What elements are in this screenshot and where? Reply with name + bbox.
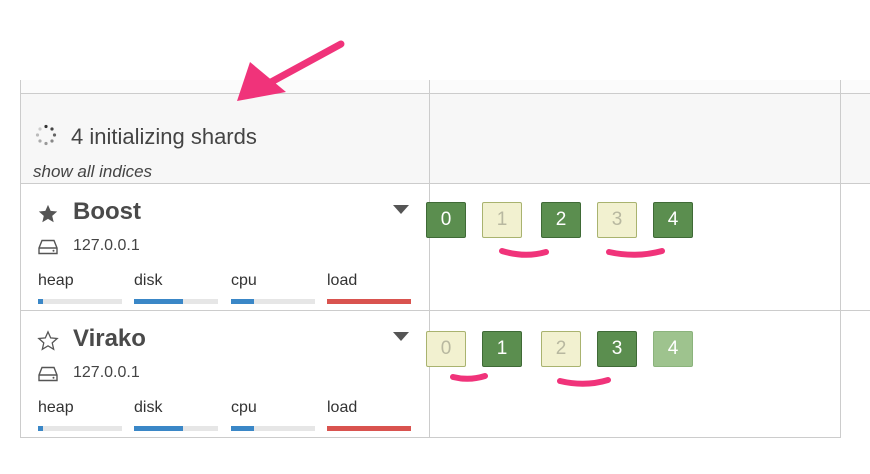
metric-label: load xyxy=(327,399,358,416)
header-cell-left: 4 initializing shards show all indices xyxy=(21,94,429,183)
cpu-bar xyxy=(231,299,315,304)
shard-1-started[interactable]: 1 xyxy=(482,331,522,367)
header-cell-far xyxy=(841,94,870,183)
node-ip: 127.0.0.1 xyxy=(73,237,140,254)
metric-label: disk xyxy=(134,272,163,289)
load-bar xyxy=(327,426,411,431)
caret-down-icon[interactable] xyxy=(393,205,409,215)
metric-label: cpu xyxy=(231,272,257,289)
disk-bar xyxy=(134,426,218,431)
node-row-virako: Virako 127.0.0.1 heap disk cpu load xyxy=(21,311,429,437)
disk-bar-fill xyxy=(134,299,183,304)
shard-0-initializing[interactable]: 0 xyxy=(426,331,466,367)
load-metric: load xyxy=(327,399,411,431)
heap-bar xyxy=(38,299,122,304)
cpu-metric: cpu xyxy=(231,272,315,304)
disk-bar-fill xyxy=(134,426,183,431)
grid-line xyxy=(429,80,430,438)
caret-down-icon[interactable] xyxy=(393,332,409,342)
cluster-overview-grid: 4 initializing shards show all indices B… xyxy=(20,80,870,438)
shard-4-started[interactable]: 4 xyxy=(653,202,693,238)
heap-metric: heap xyxy=(38,272,122,304)
grid-line xyxy=(20,437,841,438)
grid-line xyxy=(20,93,870,94)
star-outline-icon xyxy=(37,330,59,351)
cpu-metric: cpu xyxy=(231,399,315,431)
metric-label: load xyxy=(327,272,358,289)
heap-bar-fill xyxy=(38,299,44,304)
grid-line xyxy=(840,80,841,438)
shard-3-started[interactable]: 3 xyxy=(597,331,637,367)
load-metric: load xyxy=(327,272,411,304)
shard-3-initializing[interactable]: 3 xyxy=(597,202,637,238)
node-name[interactable]: Virako xyxy=(73,325,146,353)
initializing-shards-text: 4 initializing shards xyxy=(71,124,257,149)
shard-0-started[interactable]: 0 xyxy=(426,202,466,238)
top-strip xyxy=(21,80,870,94)
star-filled-icon xyxy=(38,204,58,223)
hard-drive-icon xyxy=(38,366,58,382)
shard-2-started[interactable]: 2 xyxy=(541,202,581,238)
node-name[interactable]: Boost xyxy=(73,198,141,226)
metric-label: heap xyxy=(38,399,74,416)
show-all-indices-link[interactable]: show all indices xyxy=(33,162,152,182)
shard-4-relocating[interactable]: 4 xyxy=(653,331,693,367)
load-bar-fill xyxy=(327,426,411,431)
metric-label: heap xyxy=(38,272,74,289)
metric-label: disk xyxy=(134,399,163,416)
node-ip: 127.0.0.1 xyxy=(73,364,140,381)
cpu-bar xyxy=(231,426,315,431)
heap-bar xyxy=(38,426,122,431)
shard-2-initializing[interactable]: 2 xyxy=(541,331,581,367)
header-cell-right xyxy=(430,94,840,183)
heap-metric: heap xyxy=(38,399,122,431)
metric-label: cpu xyxy=(231,399,257,416)
heap-bar-fill xyxy=(38,426,44,431)
load-bar-fill xyxy=(327,299,411,304)
cpu-bar-fill xyxy=(231,426,254,431)
disk-metric: disk xyxy=(134,272,218,304)
spinner-icon xyxy=(35,124,57,146)
disk-metric: disk xyxy=(134,399,218,431)
cpu-bar-fill xyxy=(231,299,254,304)
shard-1-initializing[interactable]: 1 xyxy=(482,202,522,238)
load-bar xyxy=(327,299,411,304)
hard-drive-icon xyxy=(38,239,58,255)
disk-bar xyxy=(134,299,218,304)
node-row-boost: Boost 127.0.0.1 heap disk cpu load xyxy=(21,184,429,310)
